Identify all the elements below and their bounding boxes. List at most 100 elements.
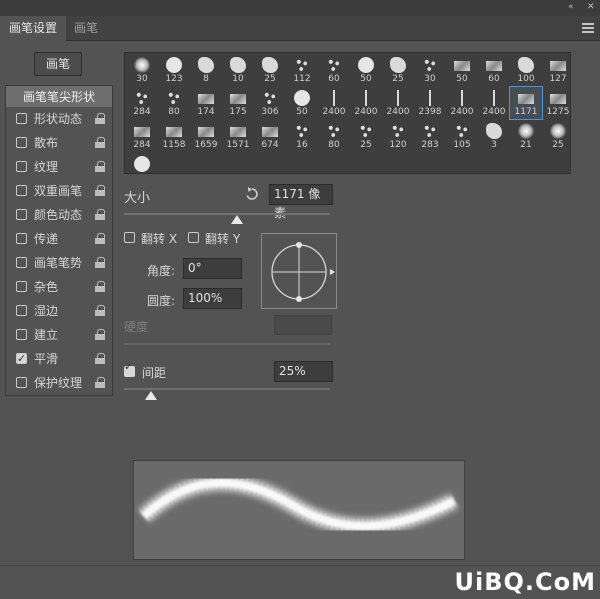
option-row[interactable]: 保护纹理 bbox=[6, 372, 112, 394]
lock-icon[interactable] bbox=[95, 329, 105, 340]
brush-preset[interactable]: 112 bbox=[286, 54, 318, 86]
spacing-input[interactable]: 25% bbox=[274, 361, 333, 382]
brush-preset[interactable]: 30 bbox=[414, 54, 446, 86]
brush-preset[interactable]: 80 bbox=[158, 87, 190, 119]
spacing-checkbox[interactable] bbox=[124, 360, 135, 377]
brush-preset[interactable]: 306 bbox=[254, 87, 286, 119]
brush-preset[interactable]: 284 bbox=[126, 87, 158, 119]
option-checkbox[interactable] bbox=[16, 305, 27, 316]
option-row[interactable]: 双重画笔 bbox=[6, 180, 112, 202]
option-label: 平滑 bbox=[34, 352, 59, 366]
brush-preset[interactable]: 1571 bbox=[222, 120, 254, 152]
brush-preset[interactable]: 25 bbox=[350, 120, 382, 152]
brush-preset[interactable]: 175 bbox=[222, 87, 254, 119]
brush-preset[interactable]: 60 bbox=[318, 54, 350, 86]
option-row[interactable]: 画笔笔势 bbox=[6, 252, 112, 274]
lock-icon[interactable] bbox=[95, 161, 105, 172]
brush-preset[interactable]: 100 bbox=[510, 54, 542, 86]
spacing-slider-handle[interactable] bbox=[144, 391, 157, 401]
option-checkbox[interactable] bbox=[16, 161, 27, 172]
option-row[interactable]: 散布 bbox=[6, 132, 112, 154]
brush-preset[interactable]: 25 bbox=[382, 54, 414, 86]
option-checkbox[interactable] bbox=[16, 377, 27, 388]
brush-preset[interactable]: 674 bbox=[254, 120, 286, 152]
option-checkbox[interactable] bbox=[16, 233, 27, 244]
brush-preset[interactable]: 2400 bbox=[446, 87, 478, 119]
option-row[interactable]: 形状动态 bbox=[6, 108, 112, 130]
flip-y-box[interactable] bbox=[188, 232, 199, 243]
size-slider-track[interactable] bbox=[124, 213, 330, 215]
brush-preset[interactable]: 2400 bbox=[478, 87, 510, 119]
brush-preset[interactable]: 1171 bbox=[509, 86, 543, 120]
brush-preset[interactable]: 2400 bbox=[382, 87, 414, 119]
option-row[interactable]: 建立 bbox=[6, 324, 112, 346]
option-brush-tip-shape[interactable]: 画笔笔尖形状 bbox=[6, 86, 112, 107]
option-checkbox[interactable] bbox=[16, 137, 27, 148]
brush-preset[interactable]: 25 bbox=[254, 54, 286, 86]
angle-roundness-widget[interactable] bbox=[261, 233, 337, 309]
size-slider-handle[interactable] bbox=[231, 215, 244, 225]
brush-preset[interactable]: 283 bbox=[414, 120, 446, 152]
brush-preset[interactable]: 2400 bbox=[318, 87, 350, 119]
option-checkbox[interactable] bbox=[16, 185, 27, 196]
brush-preset[interactable]: 8 bbox=[190, 54, 222, 86]
option-checkbox[interactable] bbox=[16, 113, 27, 124]
brush-preset[interactable]: 50 bbox=[286, 87, 318, 119]
option-checkbox[interactable] bbox=[16, 329, 27, 340]
lock-icon[interactable] bbox=[95, 281, 105, 292]
lock-icon[interactable] bbox=[95, 377, 105, 388]
lock-icon[interactable] bbox=[95, 209, 105, 220]
brush-preset[interactable]: 1158 bbox=[158, 120, 190, 152]
lock-icon[interactable] bbox=[95, 113, 105, 124]
option-row[interactable]: 杂色 bbox=[6, 276, 112, 298]
brush-preset[interactable]: 127 bbox=[542, 54, 570, 86]
brush-preset[interactable]: 50 bbox=[350, 54, 382, 86]
brush-preset[interactable]: 30 bbox=[126, 54, 158, 86]
brush-preset[interactable]: 16 bbox=[286, 120, 318, 152]
panel-menu-icon[interactable] bbox=[582, 23, 594, 33]
close-icon[interactable]: ✕ bbox=[587, 2, 595, 12]
brush-preset[interactable]: 2400 bbox=[350, 87, 382, 119]
brush-preset[interactable]: 60 bbox=[478, 54, 510, 86]
brush-preset[interactable]: 120 bbox=[382, 120, 414, 152]
brush-preset[interactable]: 80 bbox=[318, 120, 350, 152]
option-checkbox[interactable] bbox=[16, 348, 27, 370]
brush-preset[interactable]: 105 bbox=[446, 120, 478, 152]
brush-preset[interactable]: 2398 bbox=[414, 87, 446, 119]
brush-preset[interactable]: 50 bbox=[446, 54, 478, 86]
tab-brush-settings[interactable]: 画笔设置 bbox=[0, 16, 66, 41]
brush-preset[interactable]: 25 bbox=[542, 120, 570, 152]
brushes-button[interactable]: 画笔 bbox=[34, 52, 82, 76]
brush-preset[interactable]: 21 bbox=[510, 120, 542, 152]
brush-preset[interactable]: 174 bbox=[190, 87, 222, 119]
brush-preset[interactable]: 1275 bbox=[542, 87, 570, 119]
lock-icon[interactable] bbox=[95, 233, 105, 244]
flip-x-box[interactable] bbox=[124, 232, 135, 243]
angle-input[interactable]: 0° bbox=[183, 258, 242, 279]
brush-preset[interactable]: 123 bbox=[158, 54, 190, 86]
brush-preset[interactable]: 3 bbox=[478, 120, 510, 152]
spacing-slider-track[interactable] bbox=[124, 388, 330, 390]
brush-preset[interactable]: 10 bbox=[222, 54, 254, 86]
brush-preset[interactable]: 30 bbox=[126, 153, 158, 173]
brush-preset[interactable]: 1659 bbox=[190, 120, 222, 152]
tab-brushes[interactable]: 画笔 bbox=[66, 16, 106, 41]
size-input[interactable]: 1171 像素 bbox=[269, 184, 333, 220]
option-checkbox[interactable] bbox=[16, 257, 27, 268]
lock-icon[interactable] bbox=[95, 137, 105, 148]
option-checkbox[interactable] bbox=[16, 209, 27, 220]
option-checkbox[interactable] bbox=[16, 281, 27, 292]
reset-arrow-icon[interactable] bbox=[245, 187, 259, 201]
brush-preset[interactable]: 284 bbox=[126, 120, 158, 152]
option-row[interactable]: 平滑 bbox=[6, 348, 112, 370]
collapse-icon[interactable]: « bbox=[568, 2, 574, 12]
lock-icon[interactable] bbox=[95, 257, 105, 268]
roundness-input[interactable]: 100% bbox=[183, 288, 242, 309]
option-row[interactable]: 传递 bbox=[6, 228, 112, 250]
lock-icon[interactable] bbox=[95, 353, 105, 364]
option-row[interactable]: 纹理 bbox=[6, 156, 112, 178]
lock-icon[interactable] bbox=[95, 185, 105, 196]
option-row[interactable]: 颜色动态 bbox=[6, 204, 112, 226]
option-row[interactable]: 湿边 bbox=[6, 300, 112, 322]
lock-icon[interactable] bbox=[95, 305, 105, 316]
